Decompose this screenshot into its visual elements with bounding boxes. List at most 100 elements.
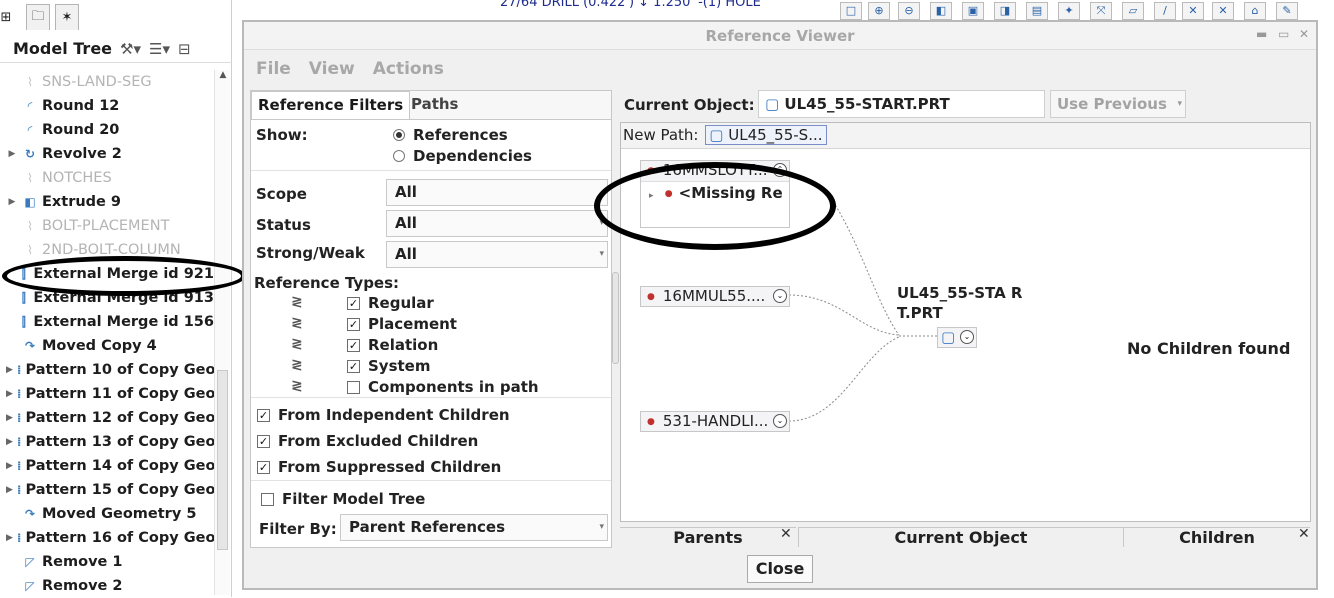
zoom-out-icon[interactable]: ⊖ xyxy=(898,2,920,20)
tree-item[interactable]: ▶ ⁞ Pattern 14 of Copy Geo xyxy=(0,454,214,478)
strong-weak-select[interactable]: All ▾ xyxy=(386,241,608,268)
checkbox-box[interactable]: ✓ xyxy=(257,434,270,448)
tree-item[interactable]: ↷ Moved Geometry 5 xyxy=(0,502,214,526)
radio-dependencies[interactable]: Dependencies xyxy=(393,147,532,165)
radio-references[interactable]: References xyxy=(393,126,508,144)
tree-item[interactable]: ▶ ⁞ Pattern 13 of Copy Geo xyxy=(0,430,214,454)
tree-item[interactable]: ▶ ⁞ Pattern 11 of Copy Geo xyxy=(0,382,214,406)
appearance-icon[interactable]: ✎ xyxy=(1276,2,1298,20)
zoom-in-icon[interactable]: ⊕ xyxy=(868,2,890,20)
expand-arrow-icon[interactable]: ▶ xyxy=(6,389,13,399)
tree-filter-icon[interactable]: ⊟ xyxy=(178,40,191,58)
expand-arrow-icon[interactable]: ▶ xyxy=(6,413,13,423)
current-node[interactable]: ▢ ⌄ xyxy=(937,327,977,348)
splitter-handle[interactable] xyxy=(612,272,619,364)
menu-file[interactable]: File xyxy=(256,59,291,79)
reference-type-checkbox[interactable]: ✓ Placement xyxy=(347,315,457,333)
maximize-icon[interactable]: ▭ xyxy=(1278,27,1289,41)
close-column-icon[interactable]: ✕ xyxy=(1298,526,1310,542)
tab-paths[interactable]: Paths xyxy=(405,91,465,119)
display-style-icon[interactable]: ▣ xyxy=(962,2,984,20)
status-select[interactable]: All ▾ xyxy=(386,210,608,237)
model-tree-scrollbar[interactable]: ▲ xyxy=(214,70,230,595)
checkbox-box[interactable] xyxy=(347,380,360,394)
filter-by-select[interactable]: Parent References ▾ xyxy=(340,514,608,541)
expand-arrow-icon[interactable]: ▶ xyxy=(6,533,13,543)
tree-item[interactable]: ▶ ⁞ Pattern 15 of Copy Geo xyxy=(0,478,214,502)
saved-view-icon[interactable]: ⌂ xyxy=(1244,2,1266,20)
expand-arrow-icon[interactable]: ▶ xyxy=(6,461,13,471)
view-manager-icon[interactable]: ◨ xyxy=(994,2,1016,20)
minimize-icon[interactable]: ▬ xyxy=(1256,27,1267,41)
orient-icon[interactable]: ◧ xyxy=(930,2,952,20)
axis-display-icon[interactable]: ⤧ xyxy=(1090,2,1112,20)
menu-actions[interactable]: Actions xyxy=(373,59,444,79)
tree-item[interactable]: ▶ ⁞ Pattern 10 of Copy Geo xyxy=(0,358,214,382)
checkbox-box[interactable]: ✓ xyxy=(257,460,270,474)
point-display-icon[interactable]: / xyxy=(1154,2,1176,20)
close-button[interactable]: Close xyxy=(747,555,813,583)
favorites-tab-icon[interactable]: ✶ xyxy=(55,4,79,30)
expand-icon[interactable]: ⌄ xyxy=(960,330,974,344)
datum-display-icon[interactable]: ▤ xyxy=(1026,2,1048,20)
annotation-display-icon[interactable]: ✕ xyxy=(1212,2,1234,20)
model-tree-tab-icon[interactable]: ⊞ xyxy=(0,4,18,30)
radio-dot[interactable] xyxy=(393,129,405,141)
checkbox-box[interactable] xyxy=(261,492,274,506)
parent-node[interactable]: ● 16MMUL55.... ⌄ xyxy=(640,286,790,307)
tree-item[interactable]: ◜ Round 12 xyxy=(0,94,214,118)
expand-arrow-icon[interactable]: ▶ xyxy=(6,197,18,207)
close-window-icon[interactable]: ✕ xyxy=(1299,27,1309,41)
reference-type-checkbox[interactable]: ✓ System xyxy=(347,357,430,375)
expand-arrow-icon[interactable]: ▶ xyxy=(6,149,18,159)
tree-item[interactable]: ◜ Round 20 xyxy=(0,118,214,142)
checkbox-box[interactable]: ✓ xyxy=(347,338,360,352)
folder-browser-tab-icon[interactable]: 🗀 xyxy=(26,4,50,30)
tree-item[interactable]: ⌇ NOTCHES xyxy=(0,166,214,190)
tree-item[interactable]: ▶ ⁞ Pattern 16 of Copy Geo xyxy=(0,526,214,550)
current-object-field[interactable]: ▢ UL45_55-START.PRT xyxy=(758,90,1045,118)
use-previous-button[interactable]: Use Previous ▾ xyxy=(1050,90,1186,118)
checkbox-box[interactable]: ✓ xyxy=(347,296,360,310)
reference-type-checkbox[interactable]: ✓ Relation xyxy=(347,336,438,354)
checkbox-box[interactable]: ✓ xyxy=(347,317,360,331)
filter-model-tree-checkbox[interactable]: Filter Model Tree xyxy=(261,490,425,508)
plane-display-icon[interactable]: ▱ xyxy=(1122,2,1144,20)
scroll-thumb[interactable] xyxy=(217,370,228,550)
close-column-icon[interactable]: ✕ xyxy=(780,526,792,542)
zoom-fit-icon[interactable]: □ xyxy=(840,2,862,20)
csys-display-icon[interactable]: ✕ xyxy=(1182,2,1204,20)
tree-item[interactable]: ⌇ BOLT-PLACEMENT xyxy=(0,214,214,238)
tree-item[interactable]: ⌇ SNS-LAND-SEG xyxy=(0,70,214,94)
tree-item[interactable]: ⫿ External Merge id 156 xyxy=(0,310,214,334)
radio-dot[interactable] xyxy=(393,150,405,162)
show-menu-icon[interactable]: ☰▾ xyxy=(149,40,170,58)
expand-icon[interactable]: ⌄ xyxy=(773,414,787,428)
reference-type-icon: ≷ xyxy=(291,336,303,352)
menu-view[interactable]: View xyxy=(309,59,355,79)
from-option-checkbox[interactable]: ✓ From Excluded Children xyxy=(257,432,478,450)
expand-arrow-icon[interactable]: ▶ xyxy=(6,485,13,495)
checkbox-box[interactable]: ✓ xyxy=(347,359,360,373)
expand-arrow-icon[interactable]: ▶ xyxy=(6,437,13,447)
tree-item[interactable]: ↷ Moved Copy 4 xyxy=(0,334,214,358)
reference-type-checkbox[interactable]: ✓ Regular xyxy=(347,294,434,312)
tree-item[interactable]: ◸ Remove 2 xyxy=(0,574,214,598)
spin-center-icon[interactable]: ✦ xyxy=(1058,2,1080,20)
tree-item[interactable]: ▶ ◧ Extrude 9 xyxy=(0,190,214,214)
reference-type-checkbox[interactable]: Components in path xyxy=(347,378,539,396)
parent-node[interactable]: ● 531-HANDLI... ⌄ xyxy=(640,411,790,432)
checkbox-box[interactable]: ✓ xyxy=(257,408,270,422)
expand-arrow-icon[interactable]: ▶ xyxy=(6,365,13,375)
tree-item[interactable]: ◸ Remove 1 xyxy=(0,550,214,574)
tree-item[interactable]: ▶ ↻ Revolve 2 xyxy=(0,142,214,166)
from-option-checkbox[interactable]: ✓ From Suppressed Children xyxy=(257,458,501,476)
from-option-checkbox[interactable]: ✓ From Independent Children xyxy=(257,406,510,424)
tab-reference-filters[interactable]: Reference Filters xyxy=(251,91,411,119)
tree-item[interactable]: ▶ ⁞ Pattern 12 of Copy Geo xyxy=(0,406,214,430)
scroll-up-icon[interactable]: ▲ xyxy=(215,70,231,86)
part-icon: ▢ xyxy=(765,95,780,113)
scope-select[interactable]: All xyxy=(386,179,608,206)
expand-icon[interactable]: ⌄ xyxy=(773,289,787,303)
settings-icon[interactable]: ⚒▾ xyxy=(120,40,141,58)
